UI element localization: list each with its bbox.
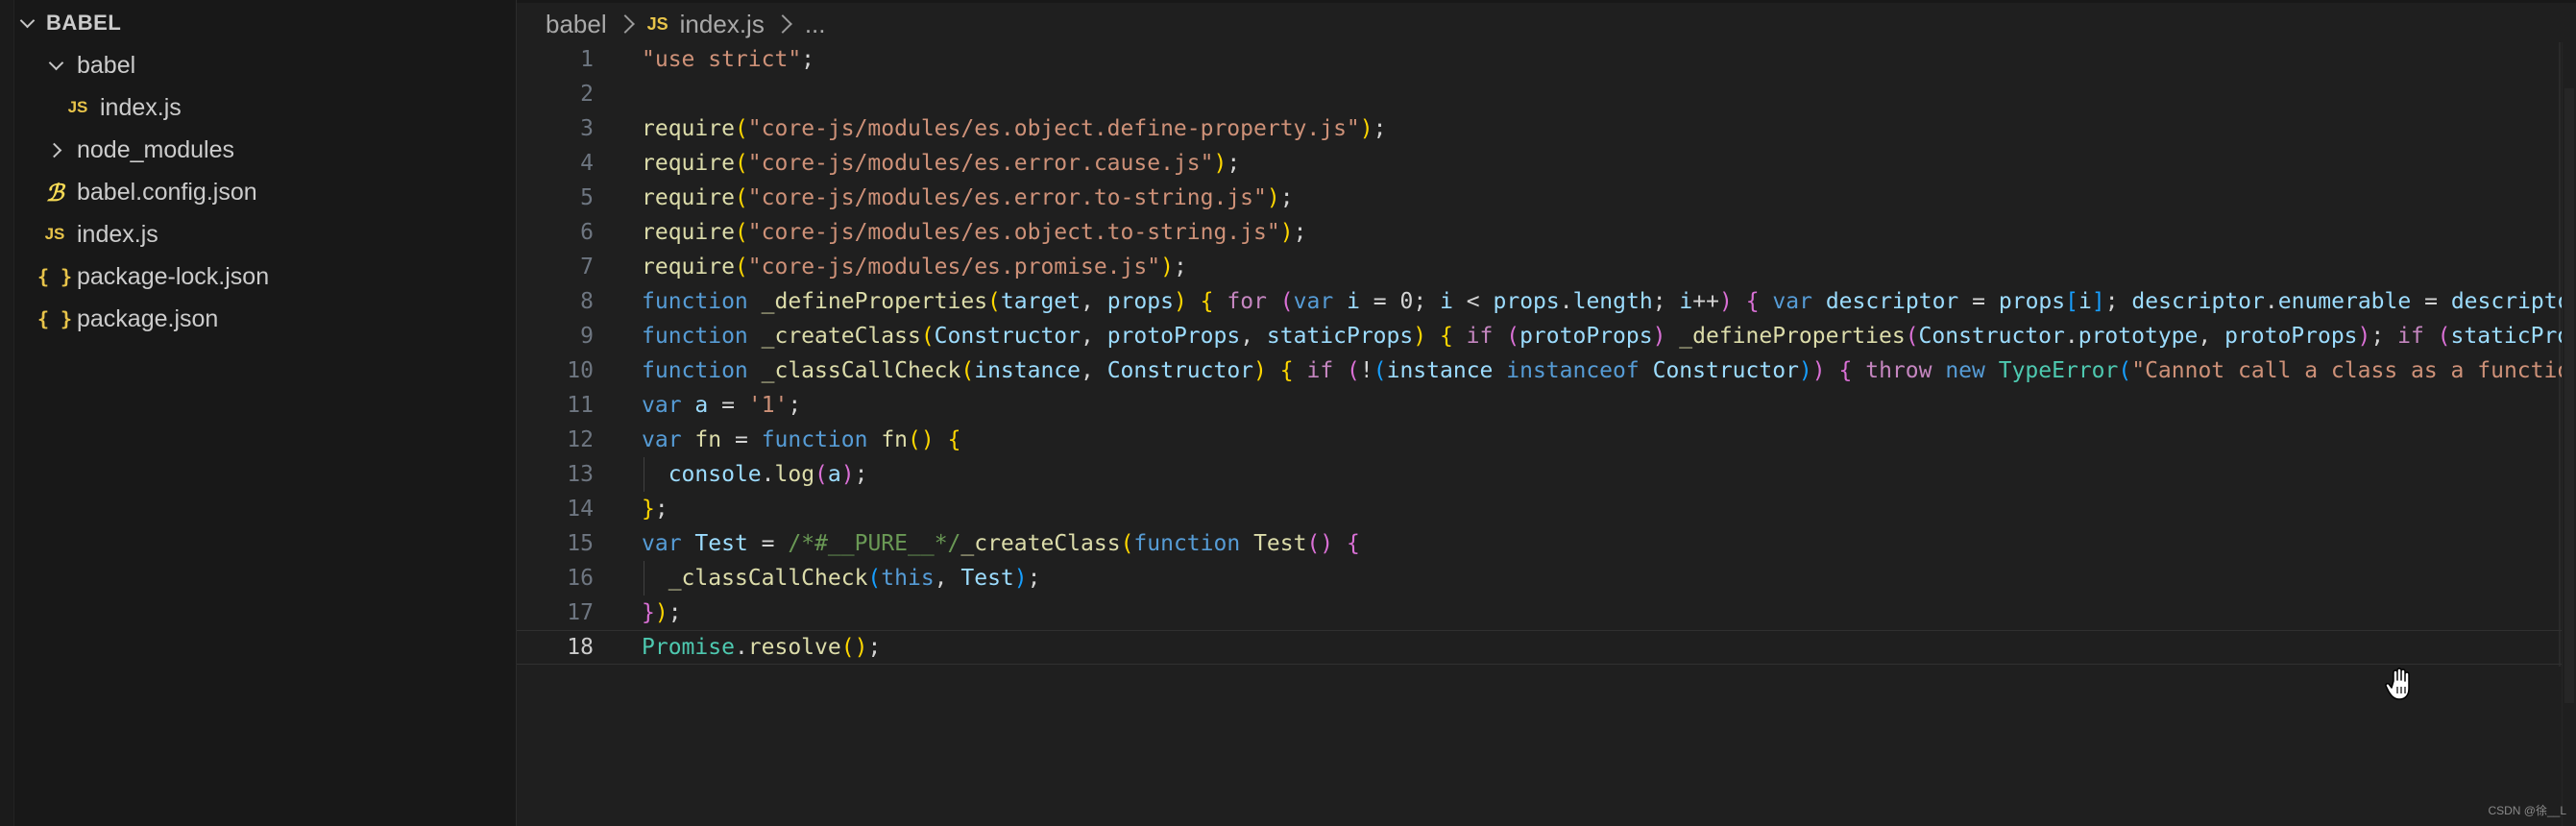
line-number: 8 bbox=[580, 289, 594, 314]
code-line[interactable]: 16 _classCallCheck(this, Test); bbox=[517, 561, 2563, 595]
explorer-title: BABEL bbox=[46, 11, 122, 35]
code-text: function _defineProperties(target, props… bbox=[642, 289, 2563, 314]
code-line[interactable]: 12 var fn = function fn() { bbox=[517, 423, 2563, 457]
line-number: 9 bbox=[580, 324, 594, 349]
scrollbar-thumb[interactable] bbox=[2564, 88, 2574, 703]
code-text: console.log(a); bbox=[668, 462, 868, 487]
code-area[interactable]: 1 "use strict"; 2 3 require("core-js/mod… bbox=[517, 42, 2563, 791]
code-text: require("core-js/modules/es.error.cause.… bbox=[642, 151, 1241, 176]
tree-file-babel-config[interactable]: ℬ babel.config.json bbox=[42, 173, 257, 211]
tree-folder-node-modules[interactable]: node_modules bbox=[46, 131, 234, 169]
chevron-down-icon bbox=[46, 57, 67, 74]
activity-edge bbox=[0, 0, 14, 826]
json-file-icon: { } bbox=[36, 265, 73, 288]
breadcrumb-file[interactable]: index.js bbox=[680, 10, 765, 39]
code-text: "use strict"; bbox=[642, 47, 815, 72]
code-text: function _createClass(Constructor, proto… bbox=[642, 324, 2563, 349]
code-line[interactable]: 4 require("core-js/modules/es.error.caus… bbox=[517, 146, 2563, 181]
code-text: require("core-js/modules/es.promise.js")… bbox=[642, 255, 1187, 279]
tree-folder-babel[interactable]: babel bbox=[46, 46, 135, 85]
line-number: 17 bbox=[567, 600, 594, 625]
line-number: 18 bbox=[567, 635, 594, 660]
line-number: 12 bbox=[567, 427, 594, 452]
code-text: var a = '1'; bbox=[642, 393, 802, 418]
code-text: require("core-js/modules/es.object.to-st… bbox=[642, 220, 1307, 245]
chevron-right-icon bbox=[46, 141, 67, 158]
code-line[interactable]: 6 require("core-js/modules/es.object.to-… bbox=[517, 215, 2563, 250]
chevron-down-icon bbox=[19, 14, 36, 32]
code-line[interactable]: 9 function _createClass(Constructor, pro… bbox=[517, 319, 2563, 353]
code-line[interactable]: 13 console.log(a); bbox=[517, 457, 2563, 492]
code-text: }; bbox=[642, 497, 668, 522]
code-text: var fn = function fn() { bbox=[642, 427, 961, 452]
code-text: }); bbox=[642, 600, 682, 625]
code-line[interactable]: 15 var Test = /*#__PURE__*/_createClass(… bbox=[517, 526, 2563, 561]
line-number: 14 bbox=[567, 497, 594, 522]
code-text: require("core-js/modules/es.error.to-str… bbox=[642, 185, 1294, 210]
editor-top-border bbox=[517, 0, 2576, 3]
js-file-icon: JS bbox=[646, 13, 668, 34]
code-line[interactable]: 3 require("core-js/modules/es.object.def… bbox=[517, 111, 2563, 146]
code-line[interactable]: 11 var a = '1'; bbox=[517, 388, 2563, 423]
code-text: var Test = /*#__PURE__*/_createClass(fun… bbox=[642, 531, 1360, 556]
line-number: 15 bbox=[567, 531, 594, 556]
json-file-icon: { } bbox=[36, 307, 73, 330]
tree-file-package-json[interactable]: { } package.json bbox=[36, 300, 219, 338]
tree-item-label: babel bbox=[77, 51, 136, 79]
code-line[interactable]: 10 function _classCallCheck(instance, Co… bbox=[517, 353, 2563, 388]
code-line[interactable]: 14 }; bbox=[517, 492, 2563, 526]
line-number: 2 bbox=[580, 82, 594, 107]
tree-item-label: index.js bbox=[100, 93, 182, 121]
tree-file-index-js[interactable]: JS index.js bbox=[42, 215, 158, 254]
line-number: 1 bbox=[580, 47, 594, 72]
line-number: 10 bbox=[567, 358, 594, 383]
vertical-scrollbar[interactable] bbox=[2562, 42, 2576, 826]
hand-cursor-icon bbox=[2385, 668, 2410, 700]
code-text: require("core-js/modules/es.object.defin… bbox=[642, 116, 1387, 141]
chevron-right-icon bbox=[615, 14, 635, 34]
code-line[interactable]: 2 bbox=[517, 77, 2563, 111]
code-line[interactable]: 17 }); bbox=[517, 595, 2563, 630]
code-line-current[interactable]: 18 Promise.resolve(); bbox=[517, 630, 2563, 665]
line-number: 13 bbox=[567, 462, 594, 487]
editor-pane[interactable]: babel JS index.js ... 1 "use strict"; 2 … bbox=[517, 0, 2576, 826]
code-line[interactable]: 1 "use strict"; bbox=[517, 42, 2563, 77]
line-number: 11 bbox=[567, 393, 594, 418]
line-number: 5 bbox=[580, 185, 594, 210]
code-line[interactable]: 8 function _defineProperties(target, pro… bbox=[517, 284, 2563, 319]
js-file-icon: JS bbox=[44, 225, 65, 243]
code-text: Promise.resolve(); bbox=[642, 635, 882, 660]
chevron-right-icon bbox=[772, 14, 792, 34]
line-number: 6 bbox=[580, 220, 594, 245]
tree-item-label: package.json bbox=[77, 304, 219, 332]
line-number: 3 bbox=[580, 116, 594, 141]
breadcrumb-folder[interactable]: babel bbox=[546, 10, 607, 39]
code-line[interactable]: 5 require("core-js/modules/es.error.to-s… bbox=[517, 181, 2563, 215]
tree-file-package-lock[interactable]: { } package-lock.json bbox=[36, 257, 270, 296]
line-number: 4 bbox=[580, 151, 594, 176]
breadcrumb-more[interactable]: ... bbox=[805, 10, 826, 39]
breadcrumb: babel JS index.js ... bbox=[546, 8, 825, 40]
explorer-header[interactable]: BABEL bbox=[19, 8, 121, 38]
tree-file-babel-index-js[interactable]: JS index.js bbox=[65, 88, 182, 127]
line-number: 16 bbox=[567, 566, 594, 591]
tree-item-label: node_modules bbox=[77, 135, 235, 163]
tree-item-label: package-lock.json bbox=[77, 262, 270, 290]
code-text: _classCallCheck(this, Test); bbox=[668, 566, 1041, 591]
code-text: function _classCallCheck(instance, Const… bbox=[642, 358, 2563, 383]
watermark: CSDN @徐__L bbox=[2488, 804, 2566, 817]
tree-item-label: index.js bbox=[77, 220, 158, 248]
explorer-sidebar: BABEL babel JS index.js node_modules ℬ b… bbox=[0, 0, 517, 826]
code-line[interactable]: 7 require("core-js/modules/es.promise.js… bbox=[517, 250, 2563, 284]
tree-item-label: babel.config.json bbox=[77, 178, 257, 206]
babel-icon: ℬ bbox=[45, 178, 64, 206]
line-number: 7 bbox=[580, 255, 594, 279]
js-file-icon: JS bbox=[67, 98, 88, 116]
